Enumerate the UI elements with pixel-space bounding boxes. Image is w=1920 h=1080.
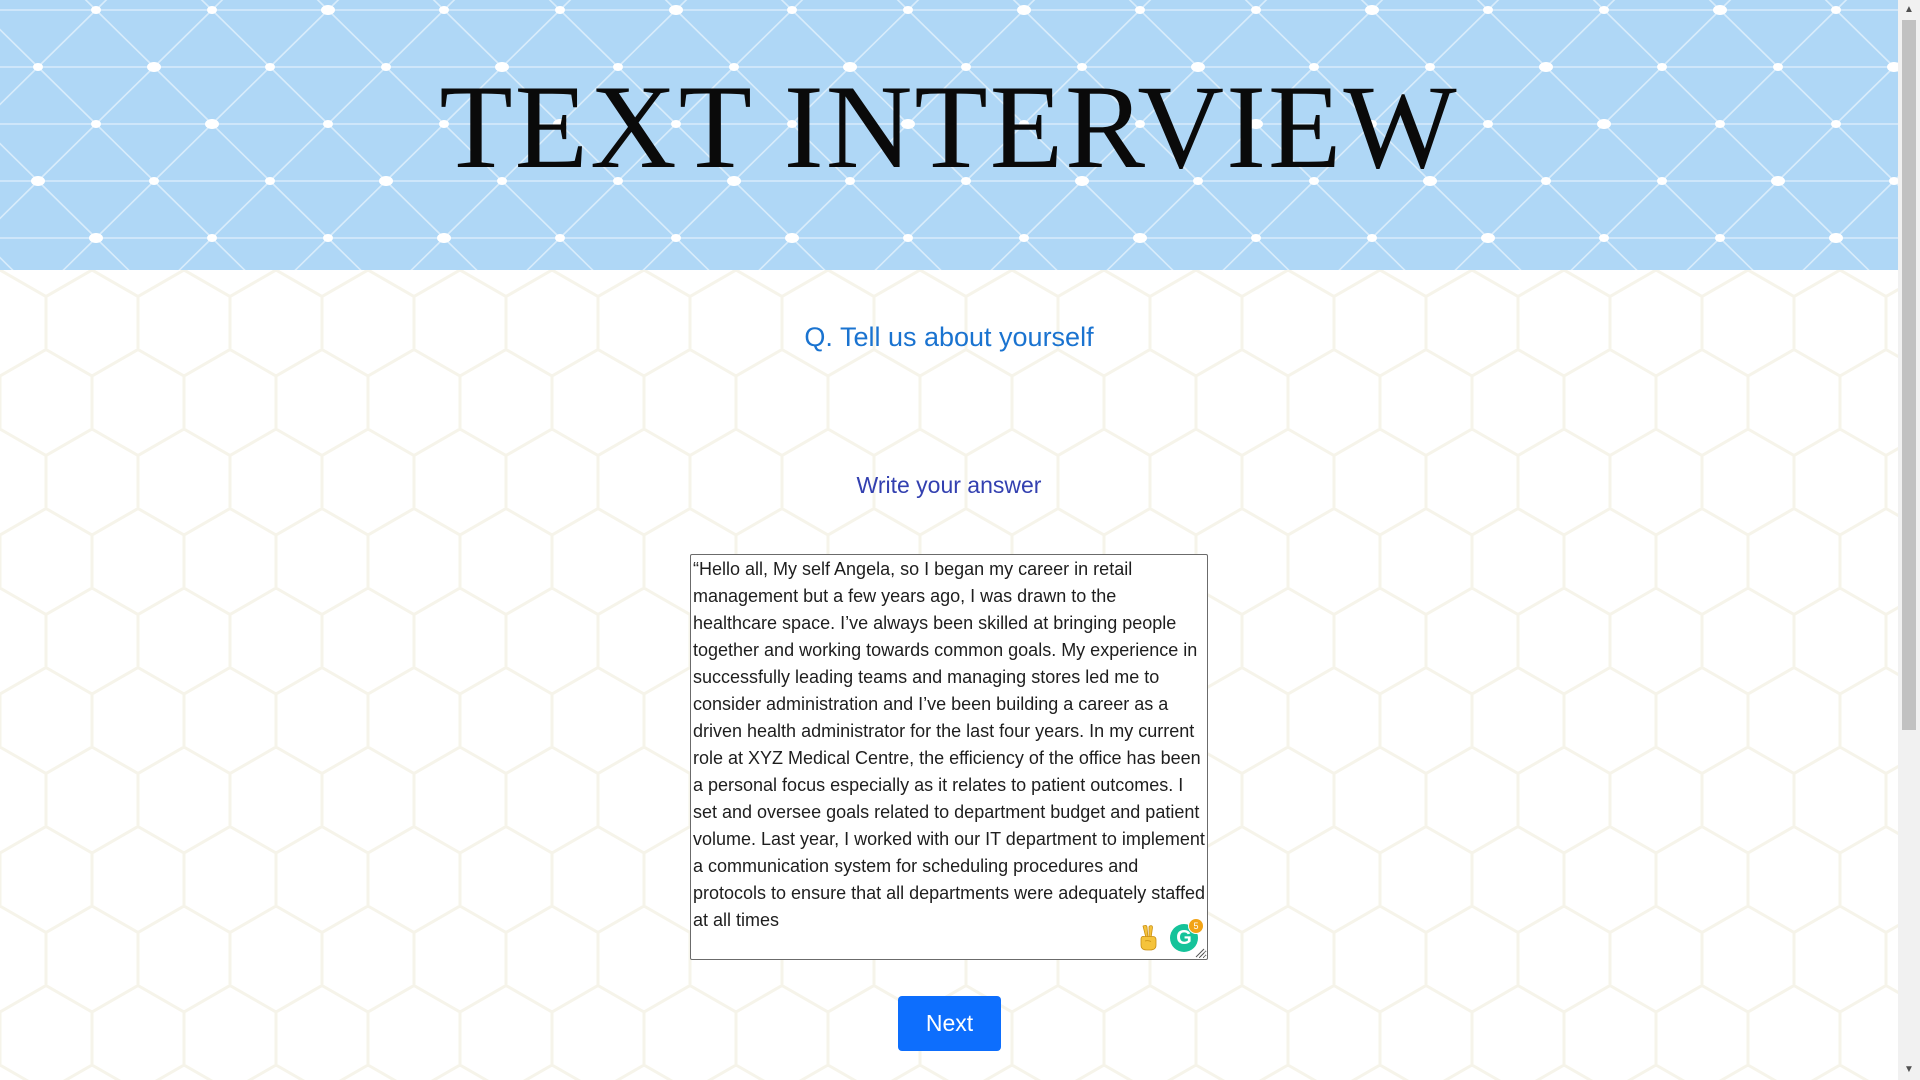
network-node bbox=[91, 6, 101, 14]
network-node bbox=[1133, 233, 1147, 243]
next-button[interactable]: Next bbox=[898, 996, 1001, 1051]
page-scrollbar[interactable]: ▲ ▼ bbox=[1898, 0, 1920, 1080]
main-content: Q. Tell us about yourself Write your ans… bbox=[0, 270, 1898, 1080]
network-node bbox=[555, 6, 565, 14]
answer-textarea[interactable]: “Hello all, My self Angela, so I began m… bbox=[690, 554, 1208, 960]
network-node bbox=[439, 6, 449, 14]
scroll-down-arrow-icon[interactable]: ▼ bbox=[1898, 1060, 1920, 1080]
network-node bbox=[903, 6, 913, 14]
scroll-up-arrow-icon[interactable]: ▲ bbox=[1898, 0, 1920, 20]
network-node bbox=[1135, 6, 1145, 14]
answer-label: Write your answer bbox=[856, 472, 1042, 498]
network-node bbox=[207, 6, 217, 14]
network-node bbox=[903, 234, 913, 242]
network-node bbox=[787, 6, 797, 14]
network-node bbox=[1599, 234, 1609, 242]
network-node bbox=[785, 233, 799, 243]
victory-hand-emoji-icon[interactable] bbox=[1136, 924, 1160, 952]
grammarly-suggestion-count-badge: 5 bbox=[1188, 918, 1204, 934]
interview-page: TEXT INTERVIEW Q. Tell us about yourself… bbox=[0, 0, 1920, 1080]
network-node bbox=[1019, 234, 1029, 242]
network-node bbox=[1367, 234, 1377, 242]
network-node bbox=[1365, 5, 1379, 15]
network-node bbox=[1831, 6, 1841, 14]
network-node bbox=[89, 233, 103, 243]
network-node bbox=[555, 234, 565, 242]
network-node bbox=[1715, 234, 1725, 242]
network-node bbox=[1713, 5, 1727, 15]
network-node bbox=[323, 234, 333, 242]
network-node bbox=[1481, 233, 1495, 243]
textarea-resize-handle-icon[interactable] bbox=[1193, 946, 1205, 958]
network-node bbox=[437, 233, 451, 243]
network-node bbox=[1251, 234, 1261, 242]
network-node bbox=[669, 5, 683, 15]
network-node bbox=[1017, 5, 1031, 15]
network-node bbox=[671, 234, 681, 242]
page-title: TEXT INTERVIEW bbox=[439, 60, 1459, 193]
network-node bbox=[1599, 6, 1609, 14]
header-banner: TEXT INTERVIEW bbox=[0, 0, 1898, 270]
network-node bbox=[207, 234, 217, 242]
network-node bbox=[1483, 6, 1493, 14]
network-node bbox=[1251, 6, 1261, 14]
question-heading: Q. Tell us about yourself bbox=[804, 322, 1094, 352]
scrollbar-thumb[interactable] bbox=[1902, 20, 1916, 730]
network-node bbox=[321, 5, 335, 15]
network-node bbox=[1829, 233, 1843, 243]
